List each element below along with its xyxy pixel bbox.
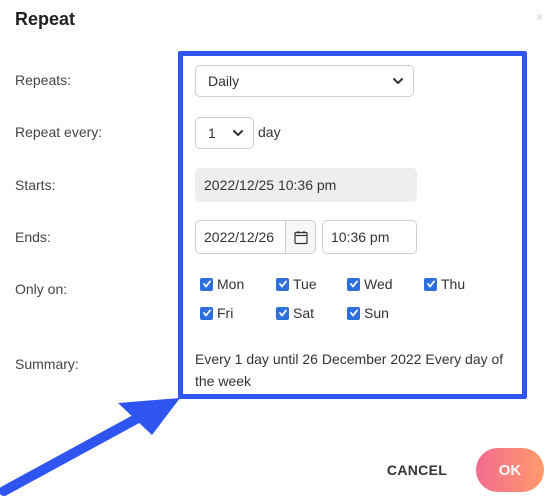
- cancel-button[interactable]: CANCEL: [383, 458, 451, 482]
- annotation-arrow: [0, 398, 180, 496]
- ok-button[interactable]: OK: [476, 448, 544, 492]
